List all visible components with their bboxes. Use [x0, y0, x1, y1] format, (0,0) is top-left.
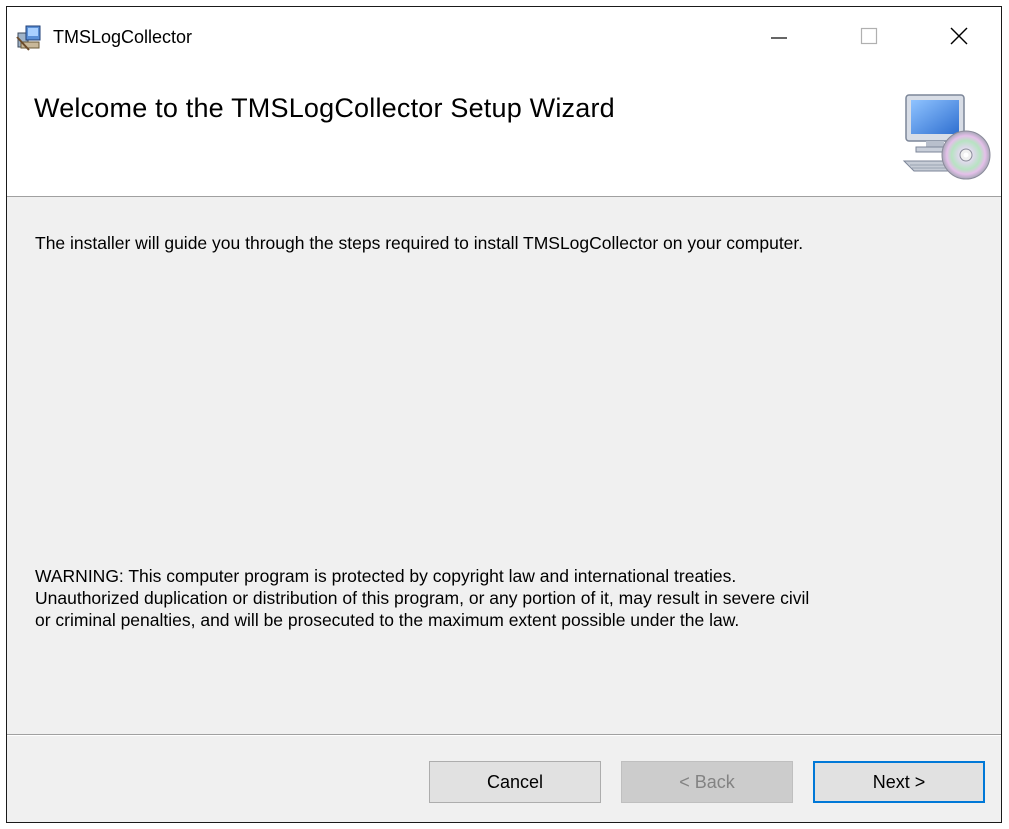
title-bar[interactable]: TMSLogCollector [7, 7, 1001, 65]
warning-line-3: or criminal penalties, and will be prose… [35, 610, 740, 630]
warning-line-1: WARNING: This computer program is protec… [35, 566, 737, 586]
warning-line-2: Unauthorized duplication or distribution… [35, 588, 810, 608]
close-button[interactable] [929, 7, 989, 65]
close-icon [950, 27, 968, 45]
window-title: TMSLogCollector [53, 27, 193, 47]
maximize-button[interactable] [839, 7, 899, 65]
maximize-icon [860, 27, 878, 45]
intro-text: The installer will guide you through the… [35, 233, 804, 253]
next-button[interactable]: Next > [813, 761, 985, 803]
footer-divider [7, 734, 1001, 736]
cancel-button[interactable]: Cancel [429, 761, 601, 803]
wizard-title: Welcome to the TMSLogCollector Setup Wiz… [34, 93, 615, 123]
wizard-header-banner: Welcome to the TMSLogCollector Setup Wiz… [7, 65, 1001, 197]
computer-cd-icon [902, 94, 991, 180]
setup-wizard-window: TMSLogCollector Welcome to the TMSLogCol… [6, 6, 1002, 823]
minimize-button[interactable] [749, 7, 809, 65]
copyright-warning: WARNING: This computer program is protec… [35, 565, 985, 631]
installer-app-icon [16, 25, 41, 51]
back-button[interactable]: < Back [621, 761, 793, 803]
minimize-icon [771, 37, 787, 39]
